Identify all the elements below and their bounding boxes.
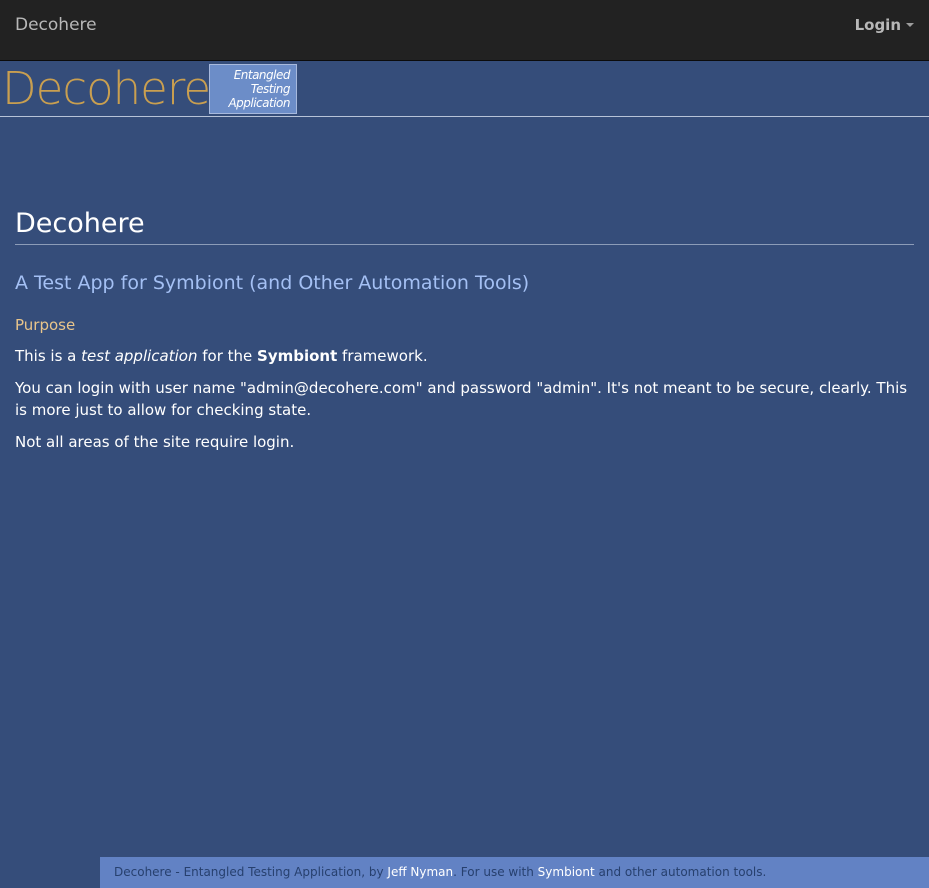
top-navbar: Decohere Login bbox=[0, 0, 929, 61]
intro-framework-name: Symbiont bbox=[257, 347, 338, 365]
page-footer: Decohere - Entangled Testing Application… bbox=[100, 857, 929, 888]
intro-middle: for the bbox=[197, 347, 258, 365]
footer-author-link[interactable]: Jeff Nyman bbox=[387, 865, 453, 879]
footer-symbiont-link[interactable]: Symbiont bbox=[538, 865, 595, 879]
main-content: Decohere A Test App for Symbiont (and Ot… bbox=[15, 200, 914, 453]
page-title: Decohere bbox=[15, 208, 914, 245]
footer-middle: . For use with bbox=[453, 865, 538, 879]
tagline-badge: Entangled Testing Application bbox=[209, 64, 297, 114]
login-dropdown[interactable]: Login bbox=[855, 14, 914, 36]
site-logo: Decohere bbox=[2, 62, 211, 115]
badge-line-1: Entangled bbox=[233, 68, 291, 82]
page-subtitle: A Test App for Symbiont (and Other Autom… bbox=[15, 272, 530, 294]
login-label: Login bbox=[854, 16, 901, 34]
section-title-purpose: Purpose bbox=[15, 316, 76, 334]
navbar-brand-link[interactable]: Decohere bbox=[15, 14, 97, 36]
intro-paragraph: This is a test application for the Symbi… bbox=[15, 345, 914, 367]
login-note-paragraph: Not all areas of the site require login. bbox=[15, 433, 295, 451]
intro-prefix: This is a bbox=[15, 347, 82, 365]
footer-suffix: and other automation tools. bbox=[594, 865, 767, 879]
badge-line-2: Testing bbox=[250, 82, 291, 96]
intro-suffix: framework. bbox=[337, 347, 428, 365]
login-info-paragraph: You can login with user name "admin@deco… bbox=[15, 379, 908, 419]
badge-line-3: Application bbox=[228, 96, 290, 110]
intro-emphasis: test application bbox=[81, 347, 198, 365]
footer-prefix: Decohere - Entangled Testing Application… bbox=[114, 865, 388, 879]
caret-down-icon bbox=[906, 22, 914, 27]
site-banner: Decohere Entangled Testing Application bbox=[0, 61, 929, 117]
